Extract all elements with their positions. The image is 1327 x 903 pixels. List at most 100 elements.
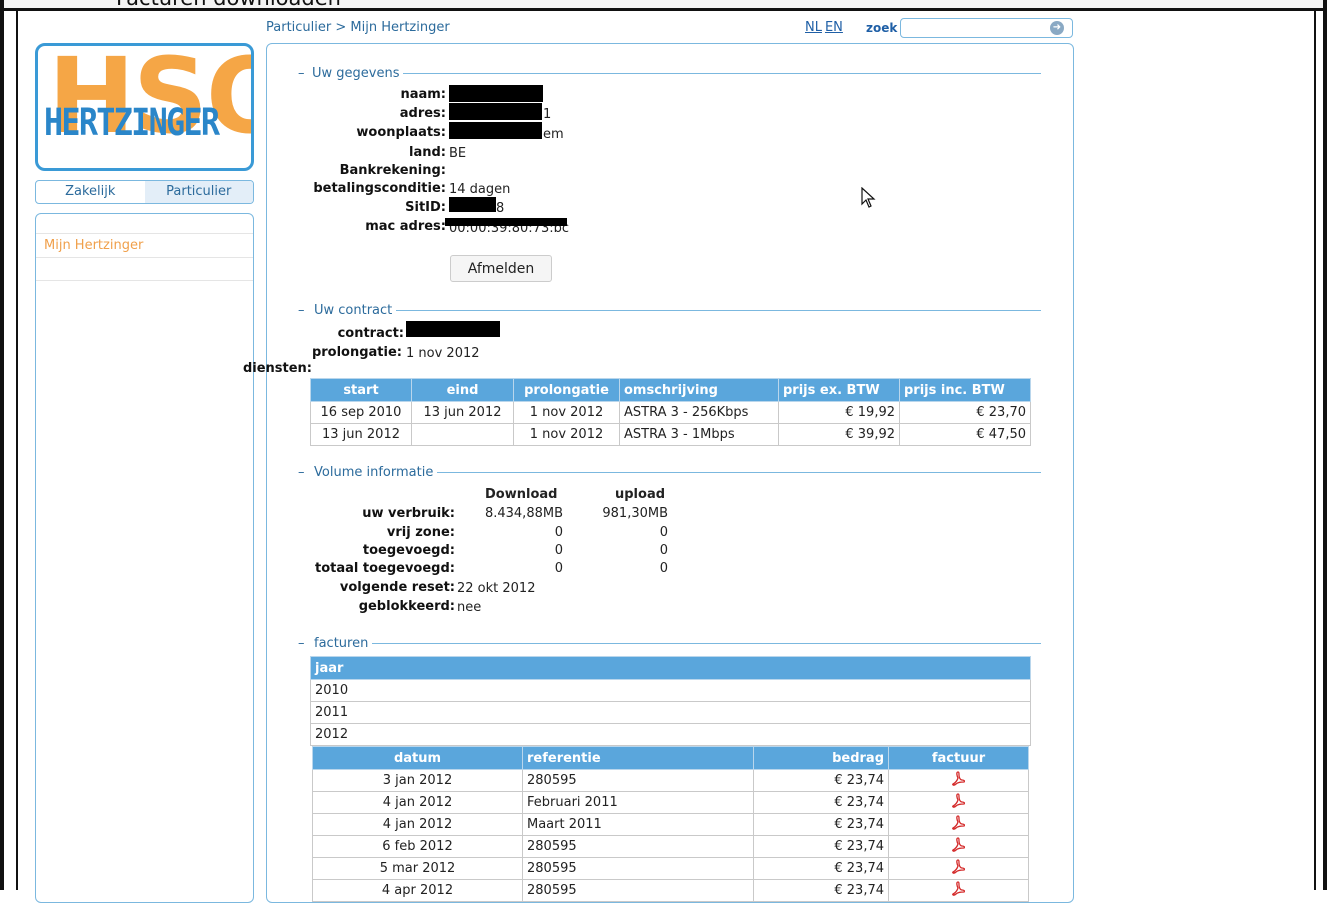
search-input[interactable] xyxy=(900,18,1073,38)
year-cell[interactable]: 2012 xyxy=(310,723,1031,746)
year-row-2010[interactable]: 2010 xyxy=(310,679,1031,702)
cell-bedrag: € 23,74 xyxy=(753,857,889,880)
invoices-table: datum referentie bedrag factuur 3 jan 20… xyxy=(312,746,1029,902)
adres-tail: 1 xyxy=(543,107,552,122)
afmelden-button[interactable]: Afmelden xyxy=(450,255,552,282)
cell-bedrag: € 23,74 xyxy=(753,769,889,792)
column-header: bedrag xyxy=(753,746,889,770)
cell-datum: 4 jan 2012 xyxy=(312,813,523,836)
menu-divider xyxy=(36,280,253,281)
table-row: 16 sep 2010 13 jun 2012 1 nov 2012 ASTRA… xyxy=(310,401,1031,424)
cell-bedrag: € 23,74 xyxy=(753,791,889,814)
prolongatie-label: prolongatie: xyxy=(311,345,402,360)
totaal-download: 0 xyxy=(554,561,563,576)
toegevoegd-upload: 0 xyxy=(659,543,668,558)
pdf-icon[interactable] xyxy=(952,815,966,833)
pdf-icon[interactable] xyxy=(952,859,966,877)
window-title: Facturen downloaden xyxy=(116,0,341,8)
pdf-icon[interactable] xyxy=(952,837,966,855)
legend-dash: – xyxy=(298,465,310,480)
cell-bedrag: € 23,74 xyxy=(753,835,889,858)
mac-label: mac adres: xyxy=(365,219,446,234)
verbruik-upload: 981,30MB xyxy=(602,506,668,521)
years-table: jaar 2010 2011 2012 xyxy=(310,656,1031,746)
tab-particulier[interactable]: Particulier xyxy=(144,181,253,203)
section-legend-gegevens: Uw gegevens xyxy=(298,66,404,81)
geblokkeerd-value: nee xyxy=(457,600,482,615)
cell-omschrijving: ASTRA 3 - 256Kbps xyxy=(619,401,779,424)
table-row: 4 jan 2012 Februari 2011 € 23,74 xyxy=(312,791,1029,814)
hertzinger-logo[interactable]: HSO HERTZINGER xyxy=(35,43,254,171)
verbruik-download: 8.434,88MB xyxy=(484,506,563,521)
table-header-row: start eind prolongatie omschrijving prij… xyxy=(310,378,1031,402)
table-row: 4 jan 2012 Maart 2011 € 23,74 xyxy=(312,813,1029,836)
table-row: 3 jan 2012 280595 € 23,74 xyxy=(312,769,1029,792)
column-header: referentie xyxy=(522,746,754,770)
cell-eind xyxy=(411,423,514,446)
naam-label: naam: xyxy=(400,87,446,102)
window-title-bar: Facturen downloaden xyxy=(4,0,1323,11)
cell-referentie: 280595 xyxy=(522,835,754,858)
lang-en-link[interactable]: EN xyxy=(825,20,843,35)
language-switch: NL EN xyxy=(805,20,846,35)
cell-factuur xyxy=(888,835,1029,858)
legend-dash: – xyxy=(298,303,310,318)
redaction-block xyxy=(449,103,542,120)
cell-prijs-inc: € 23,70 xyxy=(899,401,1031,424)
sitid-tail: 8 xyxy=(496,201,505,216)
toegevoegd-download: 0 xyxy=(554,543,563,558)
cell-factuur xyxy=(888,791,1029,814)
cell-prijs-ex: € 19,92 xyxy=(778,401,900,424)
section-legend-volume: Volume informatie xyxy=(310,465,438,480)
vrij-upload: 0 xyxy=(659,525,668,540)
year-cell[interactable]: 2010 xyxy=(310,679,1031,702)
reset-label: volgende reset: xyxy=(339,580,455,595)
logo-name: HERTZINGER xyxy=(44,101,220,144)
legend-dash: – xyxy=(298,66,310,81)
table-row: 13 jun 2012 1 nov 2012 ASTRA 3 - 1Mbps €… xyxy=(310,423,1031,446)
pdf-icon[interactable] xyxy=(952,793,966,811)
column-header: prijs ex. BTW xyxy=(778,378,900,402)
sitid-label: SitID: xyxy=(405,200,446,215)
cell-bedrag: € 23,74 xyxy=(753,879,889,902)
cell-prijs-ex: € 39,92 xyxy=(778,423,900,446)
diensten-label: diensten: xyxy=(242,361,312,376)
cell-factuur xyxy=(888,857,1029,880)
lang-nl-link[interactable]: NL xyxy=(805,20,822,35)
cell-factuur xyxy=(888,769,1029,792)
land-value: BE xyxy=(449,146,467,161)
table-row: 4 apr 2012 280595 € 23,74 xyxy=(312,879,1029,902)
table-row: 6 feb 2012 280595 € 23,74 xyxy=(312,835,1029,858)
cell-start: 16 sep 2010 xyxy=(310,401,412,424)
cell-prijs-inc: € 47,50 xyxy=(899,423,1031,446)
tab-zakelijk[interactable]: Zakelijk xyxy=(36,181,145,203)
betalingsconditie-value: 14 dagen xyxy=(449,182,511,197)
pdf-icon[interactable] xyxy=(952,771,966,789)
year-row-2012[interactable]: 2012 xyxy=(310,723,1031,746)
cell-referentie: 280595 xyxy=(522,857,754,880)
search-go-icon[interactable]: ➜ xyxy=(1050,21,1064,35)
section-rule xyxy=(298,310,1041,311)
cell-factuur xyxy=(888,879,1029,902)
cell-eind: 13 jun 2012 xyxy=(411,401,514,424)
column-header: prijs inc. BTW xyxy=(899,378,1031,402)
col-upload-header: upload xyxy=(615,487,666,502)
table-header-row: datum referentie bedrag factuur xyxy=(312,746,1029,770)
cell-prolongatie: 1 nov 2012 xyxy=(513,401,620,424)
cell-referentie: 280595 xyxy=(522,769,754,792)
breadcrumb[interactable]: Particulier > Mijn Hertzinger xyxy=(266,20,450,35)
totaal-upload: 0 xyxy=(659,561,668,576)
cell-datum: 3 jan 2012 xyxy=(312,769,523,792)
segment-tabs: Zakelijk Particulier xyxy=(35,180,254,204)
pdf-icon[interactable] xyxy=(952,881,966,899)
land-label: land: xyxy=(409,145,446,160)
contract-label: contract: xyxy=(337,326,404,341)
cell-referentie: Maart 2011 xyxy=(522,813,754,836)
column-header: datum xyxy=(312,746,523,770)
sidebar-item-mijn-hertzinger[interactable]: Mijn Hertzinger xyxy=(44,238,143,253)
section-legend-facturen: facturen xyxy=(310,636,373,651)
year-row-2011[interactable]: 2011 xyxy=(310,701,1031,724)
woonplaats-tail: em xyxy=(543,127,564,142)
year-cell[interactable]: 2011 xyxy=(310,701,1031,724)
column-header: factuur xyxy=(888,746,1029,770)
